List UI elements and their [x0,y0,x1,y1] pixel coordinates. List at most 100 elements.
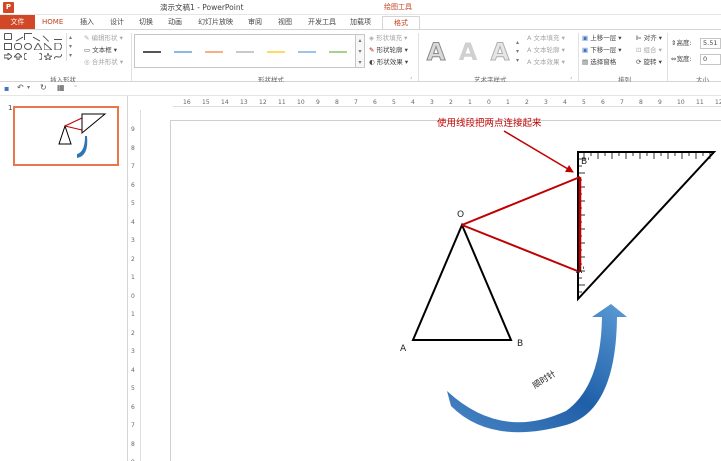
shape-arrow-icon[interactable] [4,53,12,60]
clockwise-curved-arrow[interactable] [447,304,627,433]
save-icon[interactable]: ▪ [4,84,9,93]
shape-style-gallery[interactable] [134,34,356,68]
undo-icon[interactable]: ↶ [17,83,24,92]
tab-file[interactable]: 文件 [0,15,35,29]
ruler-tick-label: 6 [373,99,377,106]
shape-triangle-icon[interactable] [34,43,42,50]
ruler-tick-label: 12 [715,99,721,106]
annotation-text: 使用线段把两点连接起来 [437,118,542,129]
rotate-icon: ⟳ [636,58,644,66]
annotation-arrow [503,130,574,173]
shape-rounded-rect-icon[interactable] [14,43,22,50]
ruler-tick-label: 2 [131,255,135,263]
ruler-tick-label: 2 [449,99,453,106]
wordart-dialog-launcher-icon[interactable]: ⌟ [570,73,572,82]
tab-addins[interactable]: 加载项 [350,16,371,29]
tab-developer[interactable]: 开发工具 [308,16,336,29]
edit-shape-button[interactable]: ✎ 编辑形状 ▾ [84,34,123,43]
shape-up-arrow-icon[interactable] [14,53,22,60]
title-bar: P 演示文稿1 - PowerPoint 绘图工具 [0,0,721,15]
wordart-style-3[interactable]: A [488,38,512,67]
shape-bracket-icon[interactable] [24,53,32,60]
ruler-tick-label: 7 [354,99,358,106]
shape-textbox-icon[interactable] [4,33,12,40]
send-backward-button[interactable]: ▣ 下移一层 ▾ [582,46,622,55]
shape-outline-button[interactable]: ✎ 形状轮廓 ▾ [369,46,408,55]
undo-dropdown-icon[interactable]: ▾ [27,84,30,91]
shape-curve-icon[interactable] [54,53,62,60]
ruler-tick-label: 11 [278,99,286,106]
style-swatch[interactable] [298,51,316,53]
wordart-style-2[interactable]: A [456,38,480,66]
ruler-tick-label: 1 [131,274,135,281]
shape-brace-icon[interactable] [34,53,42,60]
shape-line3-icon[interactable] [42,31,54,42]
align-button[interactable]: ⊫ 对齐 ▾ [636,34,662,43]
shape-star-icon[interactable] [44,53,52,60]
style-swatch[interactable] [329,51,347,53]
tab-animations[interactable]: 动画 [168,16,182,29]
text-outline-button[interactable]: A 文本轮廓 ▾ [527,46,565,55]
shape-rect-icon[interactable] [4,43,12,50]
shape-rtriangle-icon[interactable] [44,43,52,50]
shapes-gallery[interactable]: ▴ ▾ ▾ [4,31,78,71]
rotate-button[interactable]: ⟳ 旋转 ▾ [636,58,662,67]
shape-elbow-icon[interactable] [24,33,32,40]
style-swatch[interactable] [236,51,254,53]
ruler-tick-label: 4 [131,366,135,374]
shape-line-icon[interactable] [12,31,24,42]
style-swatch[interactable] [205,51,223,53]
customize-toolbar-icon[interactable]: ⁼ [74,84,77,91]
ribbon-separator [578,33,579,81]
style-swatch[interactable] [267,51,285,53]
slide-canvas[interactable]: 使用线段把两点连接起来 顺时针 O A B B' A' [170,118,721,461]
connector-o-b-prime[interactable] [461,176,581,226]
right-triangle-ruler[interactable] [577,151,717,302]
ruler-tick-label: 6 [131,181,135,189]
ruler-tick-label: 7 [131,163,135,170]
ruler-tick-label: 6 [131,403,135,411]
selection-pane-button[interactable]: ▤ 选择窗格 [582,58,616,67]
edit-shape-icon: ✎ [84,34,92,42]
ruler-tick-label: 16 [183,99,191,106]
text-effects-button[interactable]: A 文本效果 ▾ [527,58,565,67]
slide-thumbnail-1[interactable] [13,106,119,166]
tab-slideshow[interactable]: 幻灯片放映 [198,16,233,29]
tab-design[interactable]: 设计 [110,16,124,29]
effects-icon: ◐ [369,58,377,66]
shape-pentagon-icon[interactable] [54,43,62,50]
tab-format[interactable]: 格式 [382,16,420,29]
tab-home[interactable]: HOME [42,16,63,29]
wordart-style-1[interactable]: A [424,38,448,67]
style-gallery-scroll[interactable]: ▴ ▾ ▾ [356,34,365,68]
tab-insert[interactable]: 插入 [80,16,94,29]
shapes-gallery-scroll[interactable]: ▴ ▾ ▾ [66,33,74,61]
ruler-tick-label: 5 [131,385,135,392]
wordart-gallery-scroll[interactable]: ▴ ▾ ▾ [514,38,521,66]
height-label: ⇕高度: [671,39,692,47]
bring-forward-button[interactable]: ▣ 上移一层 ▾ [582,34,622,43]
ruler-tick-label: 3 [131,237,135,244]
merge-shapes-button[interactable]: ◎ 合并形状 ▾ [84,58,123,67]
tab-transitions[interactable]: 切换 [139,16,153,29]
style-swatch[interactable] [143,51,161,53]
shape-line4-icon[interactable] [54,33,62,40]
group-button[interactable]: ⊡ 组合 ▾ [636,46,662,55]
triangle-oab[interactable] [411,222,513,341]
shape-styles-dialog-launcher-icon[interactable]: ⌟ [410,73,412,82]
redo-icon[interactable]: ↻ [40,83,47,92]
shape-fill-button[interactable]: ◈ 形状填充 ▾ [369,34,407,43]
style-swatch[interactable] [174,51,192,53]
ruler-tick-label: 9 [316,99,320,106]
start-slideshow-icon[interactable]: ▦ [57,83,65,92]
width-input[interactable]: 0 [700,54,721,65]
tab-view[interactable]: 视图 [278,16,292,29]
ruler-tick-label: 1 [468,99,472,106]
shape-effects-button[interactable]: ◐ 形状效果 ▾ [369,58,408,67]
height-input[interactable]: 5.51 [700,38,721,49]
text-box-button[interactable]: ▭ 文本框 ▾ [84,46,117,55]
tab-review[interactable]: 审阅 [248,16,262,29]
shape-oval-icon[interactable] [24,43,32,50]
text-fill-button[interactable]: A 文本填充 ▾ [527,34,565,43]
shape-line2-icon[interactable] [32,31,44,42]
